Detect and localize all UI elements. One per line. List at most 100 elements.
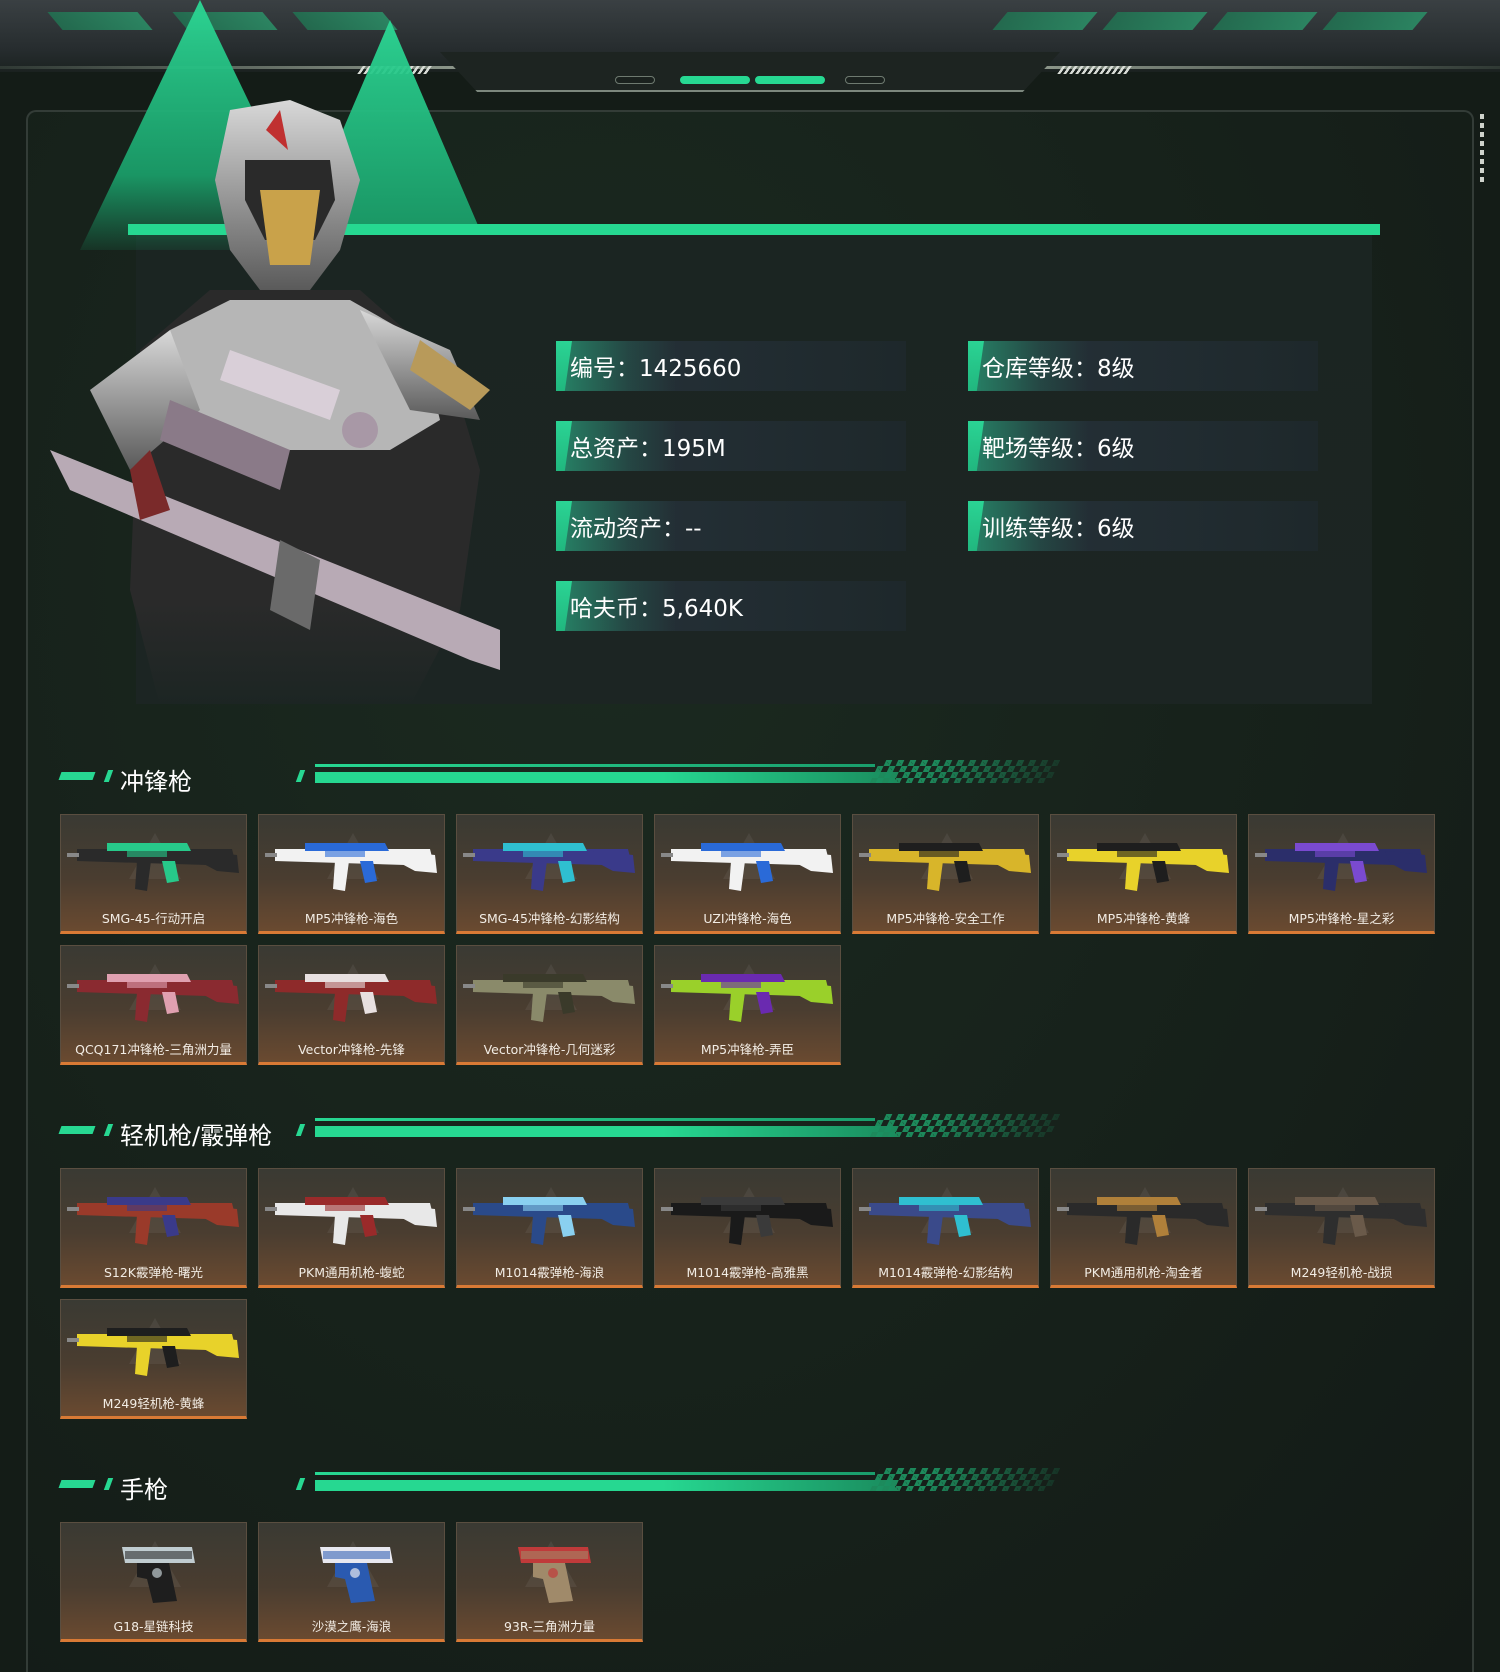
stat-text: 训练等级：6级 xyxy=(982,516,1135,542)
header-stripe xyxy=(992,12,1098,30)
weapon-name: QCQ171冲锋枪-三角洲力量 xyxy=(75,1042,232,1057)
weapon-grid-lmg-shotgun: S12K霰弹枪-曙光 PKM通用机枪-蝮蛇 M1014霰弹枪-海浪 M1014霰弹枪-… xyxy=(60,1168,1440,1419)
weapon-card[interactable]: MP5冲锋枪-安全工作 xyxy=(852,814,1039,934)
weapon-name: M1014霰弹枪-幻影结构 xyxy=(878,1265,1013,1280)
weapon-name: MP5冲锋枪-海色 xyxy=(304,911,399,926)
weapon-name: Vector冲锋枪-先锋 xyxy=(298,1042,405,1057)
scroll-indicator[interactable] xyxy=(1480,114,1484,184)
stat-liquid-assets: 流动资产：-- xyxy=(556,501,906,551)
weapon-card[interactable]: 93R-三角洲力量 xyxy=(456,1522,643,1642)
weapon-name: MP5冲锋枪-黄蜂 xyxy=(1096,911,1191,926)
weapon-name: PKM通用机枪-淘金者 xyxy=(1084,1265,1203,1280)
weapon-name: SMG-45-行动开启 xyxy=(101,911,206,926)
weapon-card[interactable]: MP5冲锋枪-海色 xyxy=(258,814,445,934)
weapon-card[interactable]: Vector冲锋枪-几何迷彩 xyxy=(456,945,643,1065)
weapon-image xyxy=(518,1547,591,1603)
weapon-card[interactable]: MP5冲锋枪-黄蜂 xyxy=(1050,814,1237,934)
weapon-card[interactable]: 沙漠之鹰-海浪 xyxy=(258,1522,445,1642)
weapon-card[interactable]: M1014霰弹枪-海浪 xyxy=(456,1168,643,1288)
weapon-name: MP5冲锋枪-弄臣 xyxy=(700,1042,795,1057)
weapon-card[interactable]: Vector冲锋枪-先锋 xyxy=(258,945,445,1065)
header-indicator-active xyxy=(680,76,750,84)
weapon-name: M249轻机枪-黄蜂 xyxy=(102,1396,205,1411)
section-header-lmg-shotgun: 轻机枪/霰弹枪 xyxy=(58,1112,1061,1152)
weapon-image xyxy=(265,843,437,891)
stat-player-id: 编号：1425660 xyxy=(556,341,906,391)
weapon-name: S12K霰弹枪-曙光 xyxy=(103,1265,204,1280)
header-stripe xyxy=(1102,12,1208,30)
section-title: 冲锋枪 xyxy=(120,768,192,796)
weapon-image xyxy=(122,1547,195,1603)
header-stripe xyxy=(1212,12,1318,30)
weapon-card[interactable]: M1014霰弹枪-高雅黑 xyxy=(654,1168,841,1288)
weapon-image xyxy=(463,1197,635,1245)
weapon-card[interactable]: M249轻机枪-战损 xyxy=(1248,1168,1435,1288)
weapon-image xyxy=(463,974,635,1022)
operator-portrait xyxy=(50,100,500,706)
stat-text: 总资产：195M xyxy=(570,436,726,462)
weapon-image xyxy=(67,1328,239,1376)
weapon-card[interactable]: PKM通用机枪-蝮蛇 xyxy=(258,1168,445,1288)
header-hash-mark xyxy=(1057,66,1133,74)
weapon-card[interactable]: PKM通用机枪-淘金者 xyxy=(1050,1168,1237,1288)
weapon-name: Vector冲锋枪-几何迷彩 xyxy=(483,1042,616,1057)
weapon-image xyxy=(859,843,1031,891)
weapon-card[interactable]: UZI冲锋枪-海色 xyxy=(654,814,841,934)
weapon-name: SMG-45冲锋枪-幻影结构 xyxy=(479,911,620,926)
weapon-image xyxy=(1057,843,1229,891)
weapon-name: 沙漠之鹰-海浪 xyxy=(311,1619,392,1634)
weapon-card[interactable]: SMG-45-行动开启 xyxy=(60,814,247,934)
header-stripe xyxy=(1322,12,1428,30)
stat-text: 编号：1425660 xyxy=(570,356,742,382)
section-header-smg: 冲锋枪 xyxy=(58,758,1061,798)
weapon-image xyxy=(463,843,635,891)
section-header-pistol: 手枪 xyxy=(58,1466,1061,1506)
section-title: 轻机枪/霰弹枪 xyxy=(120,1122,273,1150)
weapon-grid-smg: SMG-45-行动开启 MP5冲锋枪-海色 SMG-45冲锋枪-幻影结构 UZI冲锋枪… xyxy=(60,814,1440,1065)
stat-training-level: 训练等级：6级 xyxy=(968,501,1318,551)
weapon-card[interactable]: SMG-45冲锋枪-幻影结构 xyxy=(456,814,643,934)
weapon-name: 93R-三角洲力量 xyxy=(503,1619,596,1634)
weapon-image xyxy=(320,1547,393,1603)
header-center-plate xyxy=(440,52,1060,92)
weapon-image xyxy=(661,974,833,1022)
weapon-image xyxy=(661,843,833,891)
weapon-name: G18-星链科技 xyxy=(113,1619,194,1634)
header-indicator xyxy=(845,76,885,84)
weapon-card[interactable]: QCQ171冲锋枪-三角洲力量 xyxy=(60,945,247,1065)
weapon-image xyxy=(1057,1197,1229,1245)
header-stripe xyxy=(292,12,398,30)
weapon-name: M249轻机枪-战损 xyxy=(1290,1265,1393,1280)
weapon-image xyxy=(661,1197,833,1245)
section-title: 手枪 xyxy=(120,1476,168,1504)
header-indicator-active xyxy=(755,76,825,84)
stat-total-assets: 总资产：195M xyxy=(556,421,906,471)
stat-warehouse-level: 仓库等级：8级 xyxy=(968,341,1318,391)
weapon-image xyxy=(265,1197,437,1245)
weapon-card[interactable]: M249轻机枪-黄蜂 xyxy=(60,1299,247,1419)
weapon-name: MP5冲锋枪-星之彩 xyxy=(1288,911,1395,926)
weapon-image xyxy=(1255,1197,1427,1245)
weapon-name: M1014霰弹枪-海浪 xyxy=(494,1265,605,1280)
weapon-card[interactable]: M1014霰弹枪-幻影结构 xyxy=(852,1168,1039,1288)
weapon-name: UZI冲锋枪-海色 xyxy=(703,911,792,926)
weapon-image xyxy=(67,974,239,1022)
weapon-name: M1014霰弹枪-高雅黑 xyxy=(686,1265,809,1280)
weapon-card[interactable]: S12K霰弹枪-曙光 xyxy=(60,1168,247,1288)
header-stripe xyxy=(47,12,153,30)
header-indicator xyxy=(615,76,655,84)
weapon-name: MP5冲锋枪-安全工作 xyxy=(886,911,1005,926)
weapon-grid-pistol: G18-星链科技 沙漠之鹰-海浪 93R-三角洲力量 xyxy=(60,1522,1440,1642)
weapon-name: PKM通用机枪-蝮蛇 xyxy=(298,1265,405,1280)
weapon-image xyxy=(67,843,239,891)
stat-text: 哈夫币：5,640K xyxy=(570,596,743,622)
weapon-card[interactable]: MP5冲锋枪-星之彩 xyxy=(1248,814,1435,934)
weapon-image xyxy=(265,974,437,1022)
stat-range-level: 靶场等级：6级 xyxy=(968,421,1318,471)
weapon-image xyxy=(67,1197,239,1245)
stat-text: 靶场等级：6级 xyxy=(982,436,1135,462)
stat-text: 仓库等级：8级 xyxy=(982,356,1135,382)
weapon-card[interactable]: MP5冲锋枪-弄臣 xyxy=(654,945,841,1065)
weapon-card[interactable]: G18-星链科技 xyxy=(60,1522,247,1642)
stat-haf-coins: 哈夫币：5,640K xyxy=(556,581,906,631)
